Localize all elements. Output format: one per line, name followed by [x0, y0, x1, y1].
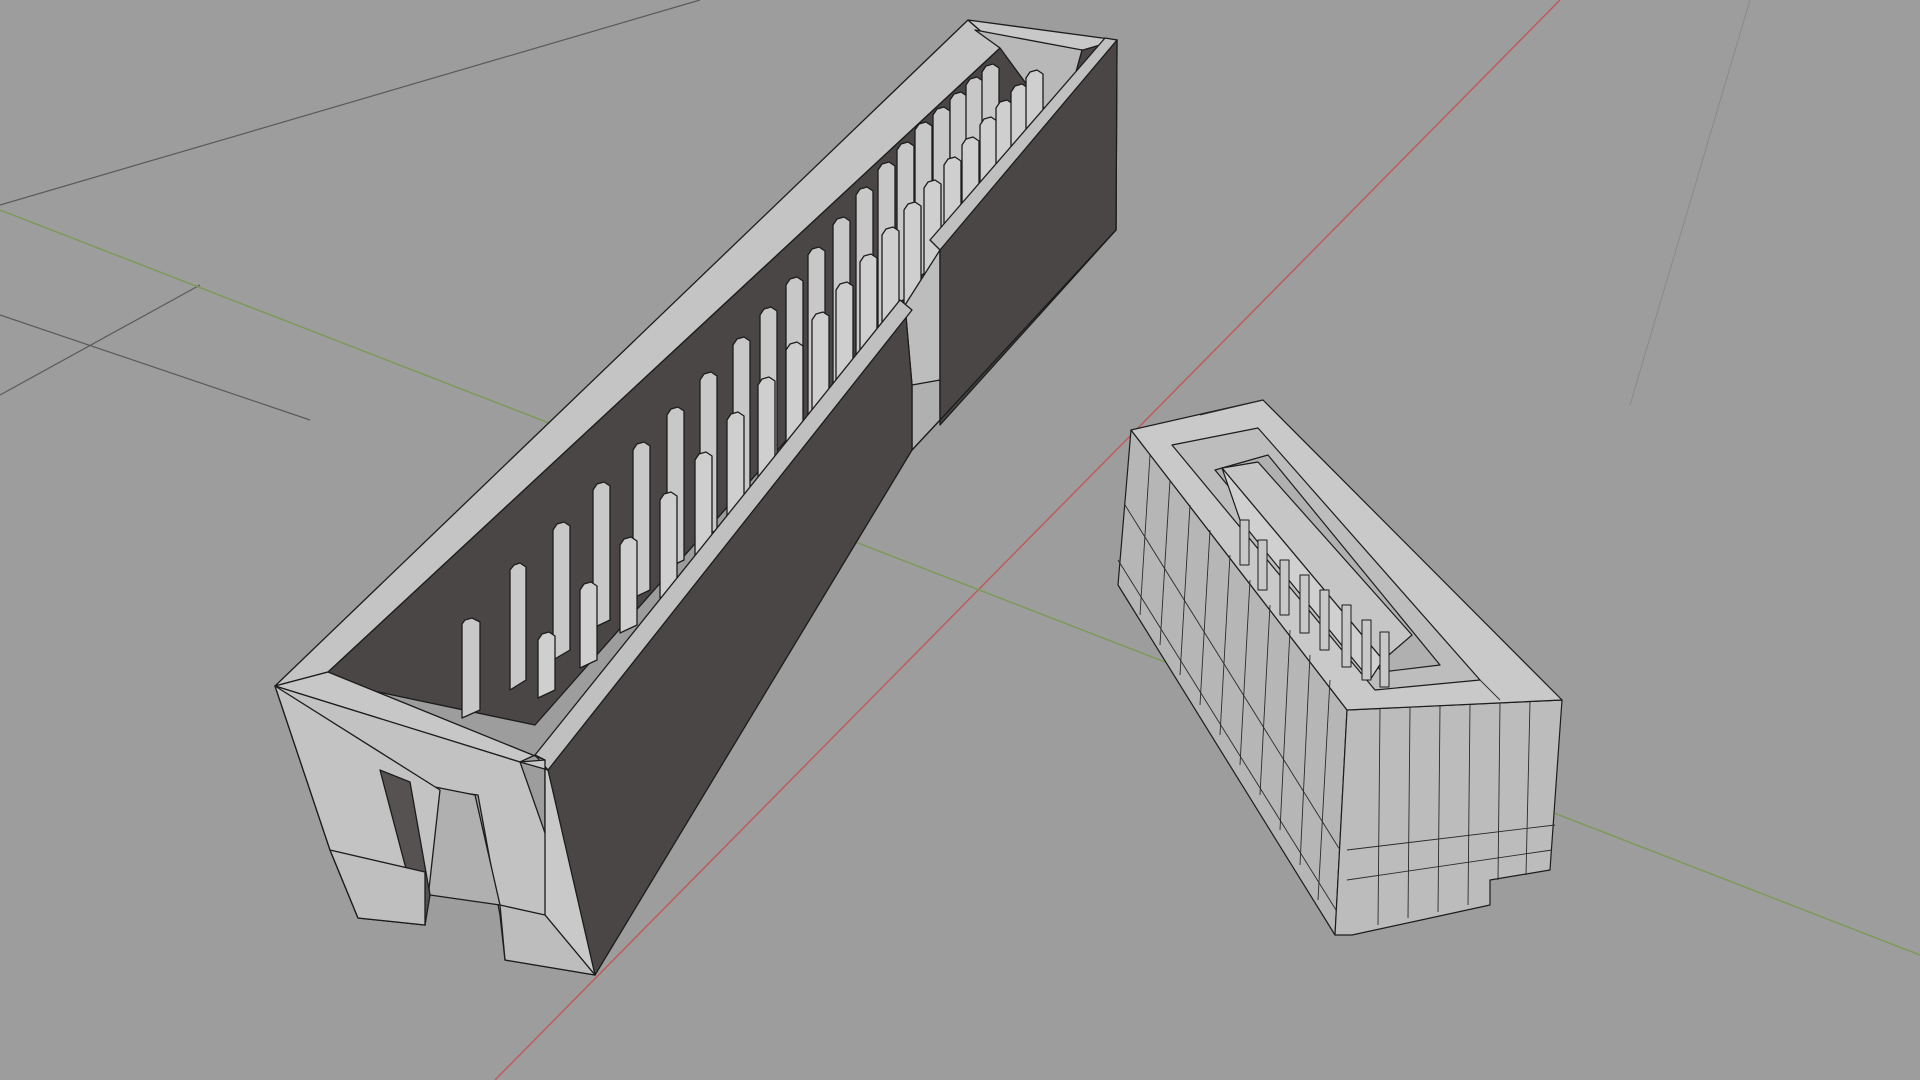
idc-box-header-connector[interactable]: [274, 19, 1118, 976]
scene-canvas[interactable]: [0, 0, 1920, 1080]
pin: [461, 617, 481, 719]
contact: [1279, 559, 1290, 616]
header-key-notch-floor: [911, 379, 941, 451]
contact: [1379, 631, 1390, 688]
grid-line: [0, 314, 311, 421]
contact: [1319, 589, 1330, 651]
3d-viewport[interactable]: [0, 0, 1920, 1080]
contact: [1341, 604, 1352, 668]
pin: [579, 581, 598, 669]
contact: [1299, 574, 1310, 634]
grid-line: [0, 284, 201, 396]
pin: [509, 562, 527, 691]
pin: [619, 536, 638, 634]
grid-line: [1629, 0, 1751, 406]
pin: [537, 631, 556, 699]
socket-near-end: [1334, 699, 1563, 936]
grid-line: [0, 0, 701, 206]
fpc-socket-connector[interactable]: [1117, 399, 1563, 936]
contact: [1257, 539, 1268, 591]
contact: [1239, 519, 1250, 566]
contact: [1361, 619, 1372, 681]
